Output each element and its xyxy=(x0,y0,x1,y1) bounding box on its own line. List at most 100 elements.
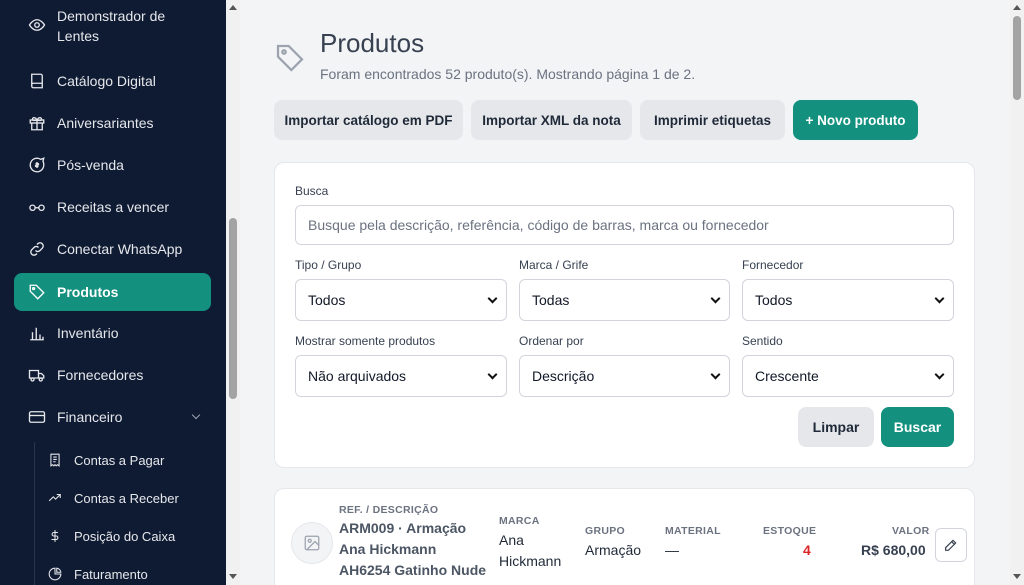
gift-icon xyxy=(28,114,46,132)
pie-icon xyxy=(48,567,62,581)
search-input[interactable]: Busque pela descrição, referência, códig… xyxy=(295,205,954,245)
stock-header: ESTOQUE xyxy=(763,525,817,537)
import-pdf-button[interactable]: Importar catálogo em PDF xyxy=(274,100,463,140)
scroll-up-arrow-icon[interactable] xyxy=(229,5,237,10)
scrollbar-thumb[interactable] xyxy=(229,218,237,399)
sidebar-item-label: Receitas a vencer xyxy=(57,199,170,215)
material-header: MATERIAL xyxy=(665,525,721,537)
group-header: GRUPO xyxy=(585,525,626,537)
product-material: — xyxy=(665,542,679,558)
type-select-value: Todos xyxy=(308,292,346,308)
edit-button[interactable] xyxy=(935,528,967,562)
page-subtitle: Foram encontrados 52 produto(s). Mostran… xyxy=(320,66,696,82)
link-icon xyxy=(28,240,46,258)
sidebar-item-whatsapp[interactable]: Conectar WhatsApp xyxy=(14,230,211,268)
sidebar-item-label: Produtos xyxy=(57,284,119,300)
show-only-label: Mostrar somente produtos xyxy=(295,334,436,348)
sidebar-item-label: Demonstrador de Lentes xyxy=(57,8,166,44)
search-label: Busca xyxy=(295,184,329,198)
page-title: Produtos xyxy=(320,28,425,58)
sidebar-scrollbar[interactable] xyxy=(226,0,240,585)
sidebar-item-pos-venda[interactable]: Pós-venda xyxy=(14,146,211,184)
sidebar-item-label: Aniversariantes xyxy=(57,115,154,131)
tag-icon xyxy=(28,283,46,301)
product-row[interactable]: REF. / DESCRIÇÃO ARM009 · Armação Ana Hi… xyxy=(274,488,975,585)
chevron-down-icon xyxy=(934,369,945,380)
sidebar-subitem-label: Posição do Caixa xyxy=(74,528,176,544)
direction-select[interactable]: Crescente xyxy=(742,355,954,397)
sidebar-item-receitas[interactable]: Receitas a vencer xyxy=(14,188,211,226)
sidebar-item-label: Pós-venda xyxy=(57,157,124,173)
sidebar-item-demonstrador[interactable]: Demonstrador de Lentes xyxy=(14,6,211,50)
brand-header: MARCA xyxy=(499,515,540,527)
tag-icon xyxy=(274,42,306,74)
chat-dollar-icon xyxy=(28,156,46,174)
sidebar-subitem-faturamento[interactable]: Faturamento xyxy=(48,559,211,585)
brand-select-value: Todas xyxy=(532,292,570,308)
ref-header: REF. / DESCRIÇÃO xyxy=(339,504,439,516)
sidebar-item-fornecedores[interactable]: Fornecedores xyxy=(14,356,211,394)
image-placeholder-icon xyxy=(291,522,333,564)
dollar-icon xyxy=(48,529,62,543)
clear-button[interactable]: Limpar xyxy=(798,407,874,447)
chevron-down-icon xyxy=(710,369,721,380)
direction-label: Sentido xyxy=(742,334,783,348)
sidebar-subitem-contas-pagar[interactable]: Contas a Pagar xyxy=(48,445,211,475)
search-button[interactable]: Buscar xyxy=(881,407,954,447)
main-scrollbar[interactable] xyxy=(1010,0,1024,585)
show-only-select[interactable]: Não arquivados xyxy=(295,355,507,397)
product-group: Armação xyxy=(585,542,642,558)
print-labels-button[interactable]: Imprimir etiquetas xyxy=(640,100,785,140)
product-brand: Ana Hickmann xyxy=(499,532,562,569)
sidebar-item-inventario[interactable]: Inventário xyxy=(14,314,211,352)
product-value: R$ 680,00 xyxy=(861,542,926,558)
sidebar-item-label: Conectar WhatsApp xyxy=(57,241,183,257)
sidebar-subitem-label: Contas a Pagar xyxy=(74,452,165,468)
sidebar-item-label: Fornecedores xyxy=(57,367,144,383)
receipt-icon xyxy=(48,453,62,467)
sidebar-item-aniversariantes[interactable]: Aniversariantes xyxy=(14,104,211,142)
sidebar-subitem-label: Faturamento xyxy=(74,566,148,582)
sidebar-item-produtos[interactable]: Produtos xyxy=(14,273,211,311)
type-select[interactable]: Todos xyxy=(295,279,507,321)
sidebar-item-label: Catálogo Digital xyxy=(57,73,156,89)
import-xml-button[interactable]: Importar XML da nota xyxy=(471,100,632,140)
sidebar-item-financeiro[interactable]: Financeiro xyxy=(14,398,211,436)
trending-up-icon xyxy=(48,491,62,505)
supplier-select[interactable]: Todos xyxy=(742,279,954,321)
type-label: Tipo / Grupo xyxy=(295,258,362,272)
direction-select-value: Crescente xyxy=(755,368,819,384)
order-select[interactable]: Descrição xyxy=(519,355,730,397)
chevron-down-icon xyxy=(191,410,201,420)
bar-chart-icon xyxy=(28,324,46,342)
book-icon xyxy=(28,72,46,90)
product-description[interactable]: ARM009 · Armação Ana Hickmann AH6254 Gat… xyxy=(339,518,489,581)
filter-card: Busca Busque pela descrição, referência,… xyxy=(274,162,975,468)
order-label: Ordenar por xyxy=(519,334,584,348)
chevron-down-icon xyxy=(934,293,945,304)
supplier-select-value: Todos xyxy=(755,292,793,308)
scroll-down-arrow-icon[interactable] xyxy=(229,574,237,579)
pencil-icon xyxy=(945,539,957,551)
sidebar-item-catalogo[interactable]: Catálogo Digital xyxy=(14,62,211,100)
supplier-label: Fornecedor xyxy=(742,258,804,272)
value-header: VALOR xyxy=(892,525,930,537)
sidebar-item-label: Inventário xyxy=(57,325,119,341)
card-icon xyxy=(28,408,46,426)
main-content: Produtos Foram encontrados 52 produto(s)… xyxy=(240,0,1010,585)
sidebar-item-label: Financeiro xyxy=(57,409,123,425)
sidebar-subitem-contas-receber[interactable]: Contas a Receber xyxy=(48,483,211,513)
scrollbar-thumb[interactable] xyxy=(1013,16,1021,100)
scroll-up-arrow-icon[interactable] xyxy=(1013,5,1021,10)
sidebar: Demonstrador de Lentes Catálogo Digital … xyxy=(0,0,226,585)
chevron-down-icon xyxy=(710,293,721,304)
scroll-down-arrow-icon[interactable] xyxy=(1013,574,1021,579)
brand-select[interactable]: Todas xyxy=(519,279,730,321)
show-only-select-value: Não arquivados xyxy=(308,368,407,384)
glasses-icon xyxy=(28,198,46,216)
product-stock: 4 xyxy=(803,542,811,558)
new-product-button[interactable]: + Novo produto xyxy=(793,100,918,140)
eye-icon xyxy=(28,16,46,34)
sidebar-subitem-label: Contas a Receber xyxy=(74,490,179,506)
sidebar-subitem-posicao-caixa[interactable]: Posição do Caixa xyxy=(48,521,211,551)
